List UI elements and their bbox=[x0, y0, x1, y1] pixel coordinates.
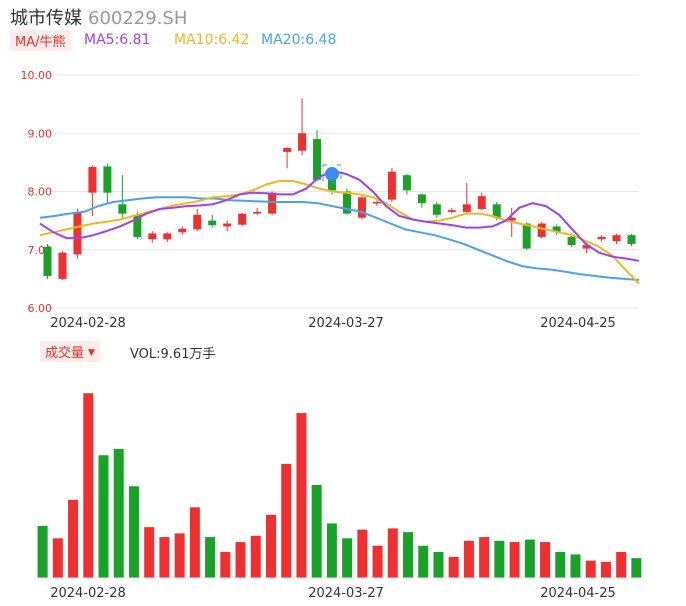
volume-bar bbox=[235, 542, 246, 578]
candle-body bbox=[567, 236, 576, 246]
volume-bar bbox=[570, 554, 581, 578]
candle-body bbox=[163, 233, 172, 240]
candle-body bbox=[223, 223, 232, 227]
candle-body bbox=[402, 175, 411, 191]
volume-bar bbox=[448, 556, 459, 578]
candle-body bbox=[447, 210, 456, 212]
candle-body bbox=[193, 214, 202, 230]
x-date-label: 2024-03-27 bbox=[308, 316, 384, 331]
volume-bar bbox=[403, 532, 414, 578]
volume-bar bbox=[174, 533, 185, 578]
candle-body bbox=[283, 147, 292, 152]
volume-bar bbox=[433, 551, 444, 578]
volume-x-date-label: 2024-02-28 bbox=[50, 586, 126, 601]
volume-bar bbox=[37, 525, 48, 578]
candle-body bbox=[477, 196, 486, 209]
candle-body bbox=[627, 235, 636, 244]
x-date-label: 2024-04-25 bbox=[540, 316, 616, 331]
ma10-line bbox=[39, 180, 640, 285]
volume-bar bbox=[372, 545, 383, 578]
volume-bar bbox=[342, 538, 353, 578]
volume-bar bbox=[479, 537, 490, 578]
volume-bar bbox=[540, 542, 551, 578]
volume-bar bbox=[128, 486, 139, 578]
volume-bar bbox=[281, 463, 292, 578]
candle-body bbox=[178, 228, 187, 233]
volume-bar bbox=[616, 551, 627, 578]
candle-body bbox=[103, 166, 112, 193]
candle-body bbox=[118, 204, 127, 214]
candle-body bbox=[238, 213, 247, 225]
volume-x-date-label: 2024-03-27 bbox=[308, 586, 384, 601]
candle-body bbox=[597, 236, 606, 240]
volume-bar bbox=[52, 538, 63, 578]
volume-bar bbox=[159, 537, 170, 578]
y-tick-label: 10.00 bbox=[21, 69, 53, 82]
volume-bar bbox=[205, 537, 216, 578]
candle-body bbox=[612, 235, 621, 242]
candle-body bbox=[88, 167, 97, 193]
candle-body bbox=[372, 201, 381, 204]
volume-bar bbox=[113, 449, 124, 578]
volume-bar bbox=[585, 560, 596, 578]
volume-bar bbox=[311, 485, 322, 578]
candle-body bbox=[313, 139, 322, 180]
candle-body bbox=[298, 133, 307, 151]
candle-body bbox=[417, 194, 426, 204]
volume-bar bbox=[631, 558, 642, 578]
volume-bar bbox=[387, 528, 398, 578]
volume-bar bbox=[600, 561, 611, 578]
stock-chart: 10.009.008.007.006.002024-02-28 2024-03-2… bbox=[21, 69, 645, 601]
candle-body bbox=[268, 192, 277, 214]
volume-bar bbox=[265, 514, 276, 578]
volume-bar bbox=[326, 523, 337, 578]
candle-body bbox=[148, 233, 157, 240]
y-tick-label: 8.00 bbox=[28, 186, 53, 199]
candle-body bbox=[357, 197, 366, 218]
candle-body bbox=[43, 246, 52, 276]
volume-bar bbox=[144, 527, 155, 578]
candle-body bbox=[208, 220, 217, 226]
volume-indicator-tag[interactable]: 成交量 ▼ bbox=[40, 341, 100, 362]
volume-value-label: VOL:9.61万手 bbox=[130, 347, 216, 362]
volume-bar bbox=[296, 413, 307, 578]
candle-body bbox=[537, 223, 546, 237]
volume-bar bbox=[509, 542, 520, 578]
candle-body bbox=[58, 252, 67, 279]
dropdown-caret-icon: ▼ bbox=[88, 348, 95, 358]
candle-body bbox=[522, 223, 531, 249]
volume-bar bbox=[220, 551, 231, 578]
volume-bar bbox=[463, 540, 474, 578]
volume-bar bbox=[98, 455, 109, 578]
volume-x-date-label: 2024-04-25 bbox=[540, 586, 616, 601]
x-date-label: 2024-02-28 bbox=[50, 316, 126, 331]
candle-body bbox=[253, 211, 262, 214]
candle-body bbox=[73, 211, 82, 255]
volume-bar bbox=[83, 393, 94, 578]
candle-body bbox=[387, 171, 396, 200]
volume-bar bbox=[68, 499, 79, 578]
volume-bar bbox=[189, 507, 200, 578]
volume-bar bbox=[524, 539, 535, 578]
ma20-line bbox=[39, 196, 640, 281]
volume-bar bbox=[418, 545, 429, 578]
volume-bar bbox=[250, 535, 261, 578]
volume-bar bbox=[494, 540, 505, 578]
candle-body bbox=[432, 204, 441, 215]
volume-tag-label: 成交量 bbox=[45, 346, 85, 361]
candle-body bbox=[462, 204, 471, 212]
y-tick-label: 6.00 bbox=[28, 302, 53, 315]
volume-bar bbox=[555, 551, 566, 578]
y-tick-label: 9.00 bbox=[28, 127, 53, 140]
signal-marker-icon bbox=[325, 167, 340, 182]
volume-bar bbox=[357, 529, 368, 578]
